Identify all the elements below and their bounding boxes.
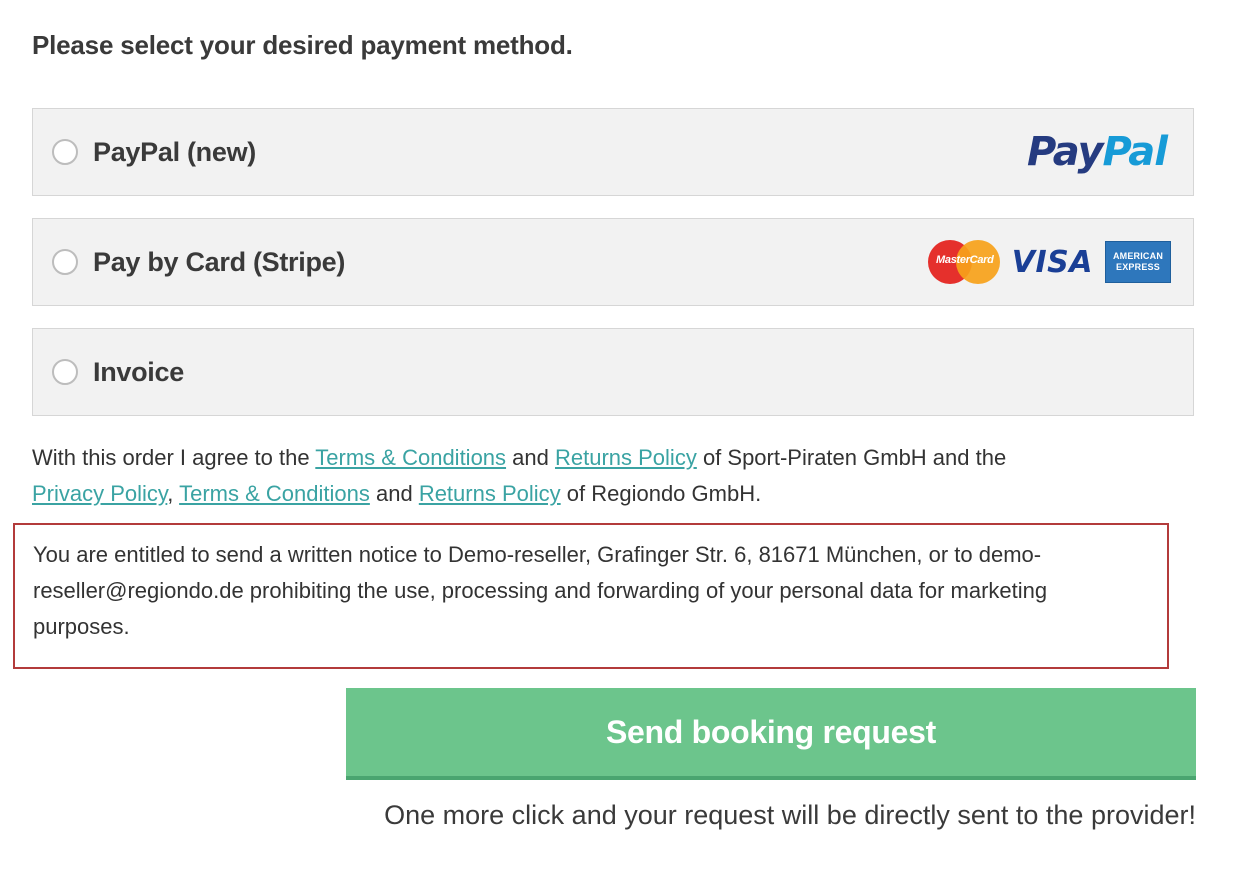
privacy-policy-link[interactable]: Privacy Policy bbox=[32, 481, 167, 506]
terms-text: of Sport-Piraten GmbH and the bbox=[696, 445, 1007, 470]
paypal-logo: PayPal bbox=[1026, 129, 1168, 175]
returns-policy-link-1[interactable]: Returns Policy bbox=[555, 445, 697, 470]
terms-text: of Regiondo GmbH. bbox=[560, 481, 762, 506]
paypal-logo-text-pal: Pal bbox=[1102, 129, 1168, 175]
returns-policy-link-2[interactable]: Returns Policy bbox=[419, 481, 561, 506]
amex-logo-text-1: AMERICAN bbox=[1112, 251, 1164, 261]
terms-text: and bbox=[506, 445, 555, 470]
card-logos: MasterCard VISA AMERICAN EXPRESS bbox=[927, 240, 1171, 284]
terms-text: and bbox=[369, 481, 419, 506]
terms-conditions-link-1[interactable]: Terms & Conditions bbox=[315, 445, 506, 470]
mastercard-logo-text: MasterCard bbox=[936, 254, 994, 266]
terms-conditions-link-2[interactable]: Terms & Conditions bbox=[179, 481, 370, 506]
mastercard-logo: MasterCard bbox=[927, 240, 1000, 284]
paypal-logo-text-pay: Pay bbox=[1026, 129, 1104, 175]
visa-logo: VISA bbox=[1011, 244, 1093, 280]
payment-option-invoice[interactable]: Invoice bbox=[32, 328, 1194, 416]
page-title: Please select your desired payment metho… bbox=[32, 30, 573, 60]
radio-card[interactable] bbox=[52, 249, 78, 275]
terms-text: With this order I agree to the bbox=[32, 445, 316, 470]
amex-logo: AMERICAN EXPRESS bbox=[1105, 241, 1171, 283]
payment-option-card[interactable]: Pay by Card (Stripe) MasterCard VISA AME… bbox=[32, 218, 1194, 306]
payment-option-label: Pay by Card (Stripe) bbox=[93, 246, 346, 277]
submit-hint: One more click and your request will be … bbox=[384, 800, 1196, 830]
radio-paypal[interactable] bbox=[52, 139, 78, 165]
terms-agreement: With this order I agree to the Terms & C… bbox=[32, 440, 1202, 512]
paypal-logo-group: PayPal bbox=[1027, 129, 1171, 175]
payment-option-paypal[interactable]: PayPal (new) PayPal bbox=[32, 108, 1194, 196]
data-privacy-notice: You are entitled to send a written notic… bbox=[13, 523, 1169, 669]
payment-option-label: PayPal (new) bbox=[93, 136, 256, 167]
terms-text: , bbox=[167, 481, 180, 506]
amex-logo-text-2: EXPRESS bbox=[1116, 262, 1160, 272]
payment-option-label: Invoice bbox=[93, 356, 184, 387]
send-booking-request-button[interactable]: Send booking request bbox=[346, 688, 1196, 780]
radio-invoice[interactable] bbox=[52, 359, 78, 385]
